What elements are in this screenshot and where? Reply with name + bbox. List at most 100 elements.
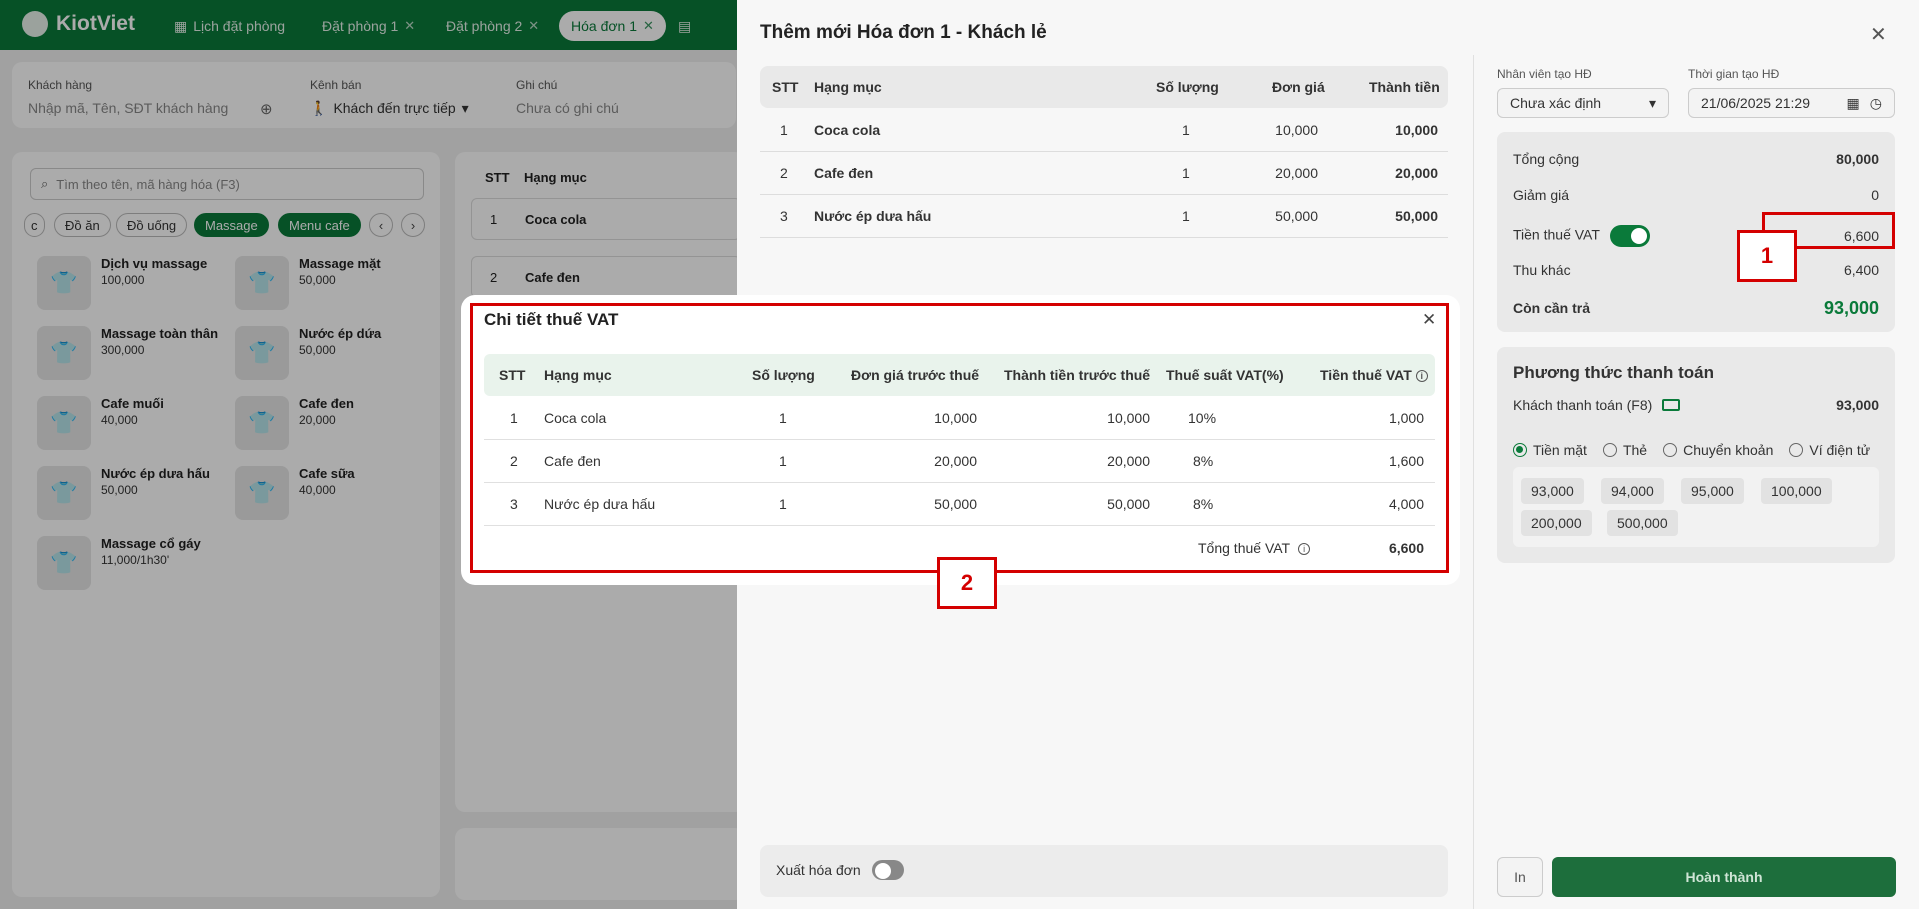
- row-total: 10,000: [1395, 122, 1438, 138]
- row-vat: 1,600: [1388, 453, 1424, 469]
- close-icon[interactable]: ✕: [1870, 22, 1887, 47]
- summary-vat-label: Tiền thuế VAT: [1513, 226, 1600, 243]
- summary-total-label: Tổng cộng: [1513, 151, 1580, 167]
- total-vat-label-text: Tổng thuế VAT: [1198, 540, 1291, 556]
- quick-amount[interactable]: 93,000: [1521, 478, 1584, 504]
- invoice-export-toggle[interactable]: [872, 860, 904, 880]
- summary-due-value: 93,000: [1823, 297, 1879, 318]
- row-item: Cafe đen: [814, 165, 874, 181]
- summary-discount: Giảm giá 0: [1513, 187, 1879, 207]
- invoice-export-label: Xuất hóa đơn: [776, 862, 861, 878]
- col-stt: STT: [772, 79, 799, 95]
- row-price: 50,000: [934, 496, 977, 512]
- modal-table-header: STT Hạng mục Số lượng Đơn giá trước thuế…: [484, 354, 1435, 396]
- method-cash[interactable]: Tiền mặt: [1513, 442, 1587, 458]
- col-vat-amount: Tiền thuế VAT i: [1320, 367, 1428, 383]
- invoice-export-bar: Xuất hóa đơn: [760, 845, 1448, 897]
- total-vat-label: Tổng thuế VAT i: [1198, 540, 1311, 556]
- callout-2: 2: [937, 557, 997, 609]
- col-amount-pre-tax: Thành tiền trước thuế: [1004, 367, 1151, 383]
- row-stt: 1: [780, 122, 788, 138]
- close-icon[interactable]: ✕: [1422, 310, 1436, 330]
- col-price-pre-tax: Đơn giá trước thuế: [851, 367, 980, 383]
- customer-pay-label: Khách thanh toán (F8): [1513, 397, 1653, 413]
- vat-toggle[interactable]: [1609, 225, 1650, 247]
- row-qty: 1: [779, 410, 787, 426]
- summary-discount-value[interactable]: 0: [1871, 187, 1879, 207]
- row-item: Nước ép dưa hấu: [814, 208, 932, 224]
- row-amount: 20,000: [1107, 453, 1150, 469]
- staff-select[interactable]: Chưa xác định ▾: [1497, 88, 1669, 118]
- time-input[interactable]: 21/06/2025 21:29 ▦ ◷: [1688, 88, 1895, 118]
- row-price: 10,000: [934, 410, 977, 426]
- row-stt: 1: [510, 410, 518, 426]
- row-qty: 1: [1182, 122, 1190, 138]
- row-item: Coca cola: [544, 410, 607, 426]
- info-icon[interactable]: i: [1415, 370, 1428, 383]
- row-price: 20,000: [934, 453, 977, 469]
- col-total: Thành tiền: [1369, 79, 1440, 95]
- row-amount: 10,000: [1107, 410, 1150, 426]
- summary-discount-label: Giảm giá: [1513, 187, 1570, 203]
- method-label: Ví điện tử: [1809, 442, 1871, 458]
- row-price: 20,000: [1275, 165, 1318, 181]
- quick-amount[interactable]: 500,000: [1607, 510, 1678, 536]
- summary-other-value[interactable]: 6,400: [1844, 262, 1879, 282]
- radio-icon: [1602, 443, 1617, 457]
- col-qty: Số lượng: [1156, 79, 1219, 95]
- summary-due-label: Còn cần trả: [1513, 300, 1591, 316]
- customer-pay-value[interactable]: 93,000: [1836, 397, 1879, 413]
- row-stt: 3: [510, 496, 518, 512]
- row-stt: 3: [780, 208, 788, 224]
- row-qty: 1: [1182, 208, 1190, 224]
- summary-due: Còn cần trả 93,000: [1513, 295, 1879, 321]
- time-value: 21/06/2025 21:29: [1701, 95, 1810, 111]
- row-item: Coca cola: [814, 122, 881, 138]
- summary-total: Tổng cộng 80,000: [1513, 151, 1879, 171]
- row-rate: 10%: [1188, 410, 1217, 426]
- table-row[interactable]: 1 Coca cola 1 10,000 10,000: [760, 109, 1448, 152]
- modal-title: Chi tiết thuế VAT: [484, 310, 619, 329]
- table-row[interactable]: 2 Cafe đen 1 20,000 20,000: [760, 152, 1448, 195]
- col-vat-rate: Thuế suất VAT(%): [1166, 367, 1284, 383]
- staff-value: Chưa xác định: [1510, 95, 1602, 111]
- quick-amount[interactable]: 100,000: [1761, 478, 1832, 504]
- row-amount: 50,000: [1107, 496, 1150, 512]
- row-vat: 4,000: [1388, 496, 1424, 512]
- row-vat: 1,000: [1388, 410, 1424, 426]
- complete-button[interactable]: Hoàn thành: [1552, 857, 1896, 897]
- quick-amount[interactable]: 200,000: [1521, 510, 1592, 536]
- col-stt: STT: [499, 367, 526, 383]
- table-row: 1 Coca cola 1 10,000 10,000 10% 1,000: [484, 397, 1435, 440]
- row-qty: 1: [1182, 165, 1190, 181]
- row-stt: 2: [510, 453, 518, 469]
- row-item: Nước ép dưa hấu: [544, 496, 656, 512]
- print-button[interactable]: In: [1497, 857, 1543, 897]
- row-rate: 8%: [1193, 453, 1214, 469]
- row-item: Cafe đen: [544, 453, 601, 469]
- col-qty: Số lượng: [752, 367, 815, 383]
- chevron-down-icon: ▾: [1648, 94, 1656, 111]
- staff-label: Nhân viên tạo HĐ: [1497, 67, 1592, 81]
- clock-icon[interactable]: ◷: [1870, 95, 1882, 112]
- row-total: 20,000: [1395, 165, 1438, 181]
- method-ewallet[interactable]: Ví điện tử: [1789, 442, 1870, 458]
- radio-selected-icon: [1513, 443, 1527, 457]
- method-label: Chuyển khoản: [1683, 442, 1774, 458]
- col-vat-amount-label: Tiền thuế VAT: [1320, 367, 1412, 383]
- method-transfer[interactable]: Chuyển khoản: [1663, 442, 1773, 458]
- calendar-icon[interactable]: ▦: [1847, 95, 1860, 112]
- col-item: Hạng mục: [544, 367, 612, 383]
- row-qty: 1: [779, 496, 787, 512]
- table-row: 2 Cafe đen 1 20,000 20,000 8% 1,600: [484, 440, 1435, 483]
- card-icon: [1662, 399, 1681, 411]
- radio-icon: [1663, 443, 1678, 457]
- summary-total-value: 80,000: [1836, 151, 1879, 167]
- col-price: Đơn giá: [1272, 79, 1325, 95]
- quick-amount[interactable]: 95,000: [1681, 478, 1744, 504]
- quick-amount[interactable]: 94,000: [1601, 478, 1664, 504]
- method-card[interactable]: Thẻ: [1602, 442, 1647, 458]
- table-row[interactable]: 3 Nước ép dưa hấu 1 50,000 50,000: [760, 195, 1448, 238]
- col-item: Hạng mục: [814, 79, 882, 95]
- method-label: Tiền mặt: [1533, 442, 1587, 458]
